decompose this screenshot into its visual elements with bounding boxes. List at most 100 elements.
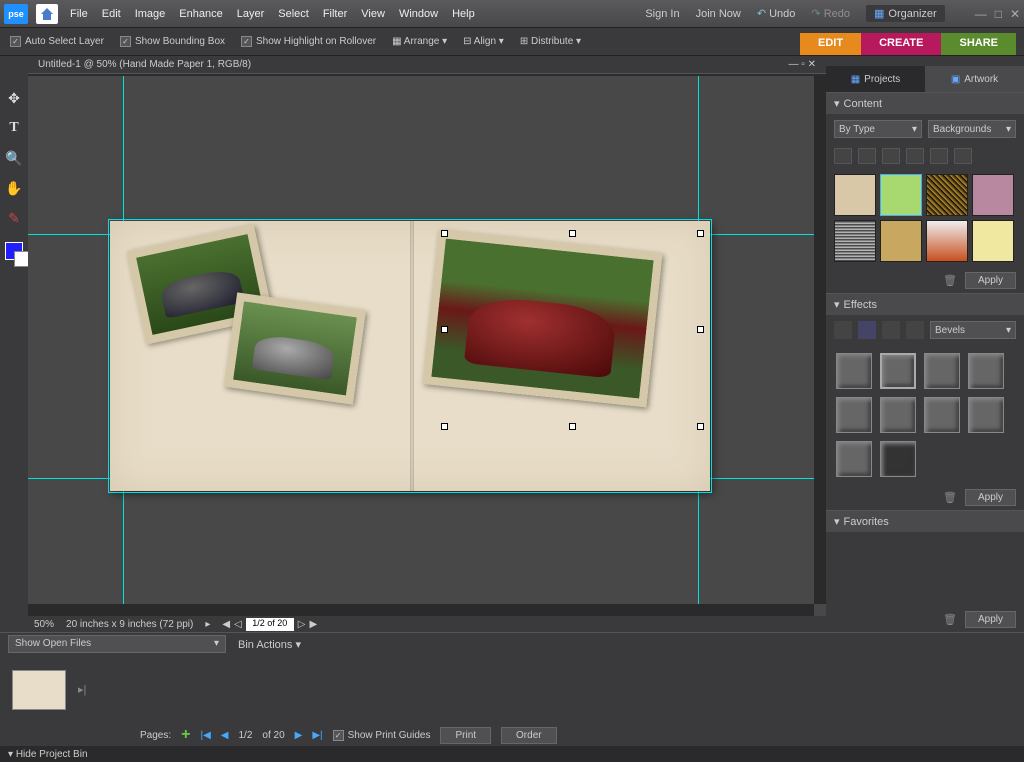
handle-s[interactable] bbox=[569, 423, 576, 430]
trash-icon[interactable]: 🗑 bbox=[943, 613, 957, 626]
favorites-apply-button[interactable]: Apply bbox=[965, 611, 1016, 628]
page-last-icon[interactable]: ▶ bbox=[309, 619, 317, 630]
doc-restore-icon[interactable]: ▫ bbox=[801, 59, 805, 70]
handle-w[interactable] bbox=[441, 326, 448, 333]
handle-se[interactable] bbox=[697, 423, 704, 430]
hide-bin-toggle[interactable]: ▾ Hide Project Bin bbox=[8, 749, 88, 760]
page-next-icon[interactable]: ▶ bbox=[295, 730, 303, 741]
tab-artwork[interactable]: ▣Artwork bbox=[925, 66, 1024, 92]
effects-apply-button[interactable]: Apply bbox=[965, 489, 1016, 506]
minimize-icon[interactable]: — bbox=[975, 7, 987, 21]
page-last-icon[interactable]: ▶| bbox=[312, 730, 322, 741]
filter-icon-5[interactable] bbox=[930, 148, 948, 164]
bevel-thumb[interactable] bbox=[836, 441, 872, 477]
bin-actions-dropdown[interactable]: Bin Actions ▾ bbox=[238, 638, 301, 651]
highlight-checkbox[interactable]: ✓Show Highlight on Rollover bbox=[241, 36, 376, 47]
distribute-dropdown[interactable]: ⊞ Distribute ▾ bbox=[520, 36, 581, 47]
hand-tool-icon[interactable]: ✋ bbox=[4, 178, 24, 198]
menu-edit[interactable]: Edit bbox=[102, 8, 121, 20]
doc-minimize-icon[interactable]: — bbox=[789, 59, 799, 70]
home-icon[interactable] bbox=[36, 4, 58, 24]
order-button[interactable]: Order bbox=[501, 727, 557, 744]
background-thumb-selected[interactable] bbox=[880, 174, 922, 216]
menu-filter[interactable]: Filter bbox=[323, 8, 347, 20]
content-filter-type[interactable]: By Type▾ bbox=[834, 120, 922, 138]
background-thumb[interactable] bbox=[880, 220, 922, 262]
menu-enhance[interactable]: Enhance bbox=[179, 8, 222, 20]
bevel-thumb[interactable] bbox=[968, 397, 1004, 433]
tab-share[interactable]: SHARE bbox=[941, 33, 1016, 55]
zoom-level[interactable]: 50% bbox=[34, 619, 54, 630]
filter-icon-3[interactable] bbox=[882, 148, 900, 164]
bevel-thumb[interactable] bbox=[968, 353, 1004, 389]
canvas-viewport[interactable] bbox=[28, 76, 826, 616]
trash-icon[interactable]: 🗑 bbox=[943, 491, 957, 504]
background-thumb[interactable] bbox=[972, 174, 1014, 216]
close-icon[interactable]: ✕ bbox=[1010, 7, 1020, 21]
effect-cat-1[interactable] bbox=[834, 321, 852, 339]
menu-image[interactable]: Image bbox=[135, 8, 166, 20]
eyedropper-tool-icon[interactable]: ✎ bbox=[4, 208, 24, 228]
filter-icon-6[interactable] bbox=[954, 148, 972, 164]
background-thumb[interactable] bbox=[834, 174, 876, 216]
menu-file[interactable]: File bbox=[70, 8, 88, 20]
tab-create[interactable]: CREATE bbox=[861, 33, 941, 55]
print-button[interactable]: Print bbox=[440, 727, 491, 744]
handle-e[interactable] bbox=[697, 326, 704, 333]
vertical-scrollbar[interactable] bbox=[814, 76, 826, 604]
page-prev-icon[interactable]: ◁ bbox=[234, 619, 242, 630]
background-thumb[interactable] bbox=[926, 220, 968, 262]
effects-filter[interactable]: Bevels▾ bbox=[930, 321, 1016, 339]
move-tool-icon[interactable]: ✥ bbox=[4, 88, 24, 108]
tab-projects[interactable]: ▦Projects bbox=[826, 66, 925, 92]
filter-icon-1[interactable] bbox=[834, 148, 852, 164]
menu-view[interactable]: View bbox=[361, 8, 385, 20]
page-prev-icon[interactable]: ◀ bbox=[221, 730, 229, 741]
type-tool-icon[interactable]: T bbox=[4, 118, 24, 138]
redo-button[interactable]: ↷ Redo bbox=[811, 7, 850, 20]
add-page-icon[interactable]: + bbox=[181, 726, 190, 744]
bevel-thumb[interactable] bbox=[836, 397, 872, 433]
effects-panel-header[interactable]: ▾ Effects bbox=[826, 293, 1024, 315]
menu-layer[interactable]: Layer bbox=[237, 8, 265, 20]
auto-select-checkbox[interactable]: ✓Auto Select Layer bbox=[10, 36, 104, 47]
horizontal-scrollbar[interactable] bbox=[28, 604, 814, 616]
bin-filter-dropdown[interactable]: Show Open Files▾ bbox=[8, 635, 226, 653]
bevel-thumb-selected[interactable] bbox=[880, 353, 916, 389]
handle-ne[interactable] bbox=[697, 230, 704, 237]
bevel-thumb[interactable] bbox=[880, 441, 916, 477]
background-thumb[interactable] bbox=[926, 174, 968, 216]
effect-cat-2[interactable] bbox=[858, 321, 876, 339]
background-thumb[interactable] bbox=[834, 220, 876, 262]
filter-icon-4[interactable] bbox=[906, 148, 924, 164]
effect-cat-3[interactable] bbox=[882, 321, 900, 339]
foreground-color-swatch[interactable] bbox=[5, 242, 23, 260]
tab-edit[interactable]: EDIT bbox=[800, 33, 861, 55]
filter-icon-2[interactable] bbox=[858, 148, 876, 164]
content-filter-category[interactable]: Backgrounds▾ bbox=[928, 120, 1016, 138]
page-input[interactable]: 1/2 of 20 bbox=[246, 618, 294, 631]
document-tab[interactable]: Untitled-1 @ 50% (Hand Made Paper 1, RGB… bbox=[28, 56, 826, 74]
menu-select[interactable]: Select bbox=[278, 8, 309, 20]
page-first-icon[interactable]: |◀ bbox=[200, 730, 210, 741]
zoom-tool-icon[interactable]: 🔍 bbox=[4, 148, 24, 168]
favorites-panel-header[interactable]: ▾ Favorites bbox=[826, 510, 1024, 532]
effect-cat-4[interactable] bbox=[906, 321, 924, 339]
arrange-dropdown[interactable]: ▦ Arrange ▾ bbox=[392, 36, 447, 47]
doc-close-icon[interactable]: ✕ bbox=[808, 59, 816, 70]
bounding-box-checkbox[interactable]: ✓Show Bounding Box bbox=[120, 36, 225, 47]
bevel-thumb[interactable] bbox=[880, 397, 916, 433]
undo-button[interactable]: ↶ Undo bbox=[757, 7, 796, 20]
background-thumb[interactable] bbox=[972, 220, 1014, 262]
content-apply-button[interactable]: Apply bbox=[965, 272, 1016, 289]
bin-next-icon[interactable]: ▸| bbox=[78, 683, 86, 696]
menu-window[interactable]: Window bbox=[399, 8, 438, 20]
page-first-icon[interactable]: ◀ bbox=[222, 619, 230, 630]
page-next-icon[interactable]: ▷ bbox=[298, 619, 306, 630]
handle-n[interactable] bbox=[569, 230, 576, 237]
organizer-button[interactable]: ▦Organizer bbox=[866, 5, 945, 22]
joinnow-link[interactable]: Join Now bbox=[696, 8, 741, 20]
bevel-thumb[interactable] bbox=[836, 353, 872, 389]
print-guides-checkbox[interactable]: ✓Show Print Guides bbox=[333, 730, 431, 741]
bin-page-thumb[interactable] bbox=[12, 670, 66, 710]
